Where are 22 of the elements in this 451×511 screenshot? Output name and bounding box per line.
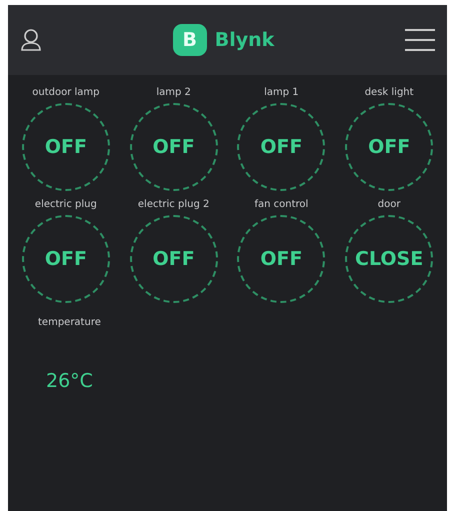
widget-label: temperature bbox=[37, 317, 102, 329]
user-icon[interactable] bbox=[20, 28, 42, 52]
toggle-button[interactable]: OFF bbox=[345, 103, 434, 191]
temperature-value: 26°C bbox=[46, 369, 93, 394]
widget-label: lamp 2 bbox=[155, 87, 192, 99]
toggle-button[interactable]: OFF bbox=[22, 103, 110, 191]
widget-label: door bbox=[376, 199, 402, 211]
widget-label: electric plug bbox=[34, 199, 98, 211]
widget-label: fan control bbox=[253, 199, 310, 211]
app-title: Blynk bbox=[214, 28, 274, 53]
widget-label: outdoor lamp bbox=[31, 87, 100, 99]
menu-icon[interactable] bbox=[404, 28, 435, 52]
toggle-button[interactable]: OFF bbox=[130, 103, 218, 191]
toggle-button[interactable]: CLOSE bbox=[345, 215, 434, 303]
toggle-button[interactable]: OFF bbox=[22, 215, 110, 303]
widget-label: desk light bbox=[364, 87, 415, 99]
widget-label: electric plug 2 bbox=[136, 199, 210, 211]
widget-label: lamp 1 bbox=[263, 87, 300, 99]
toggle-button[interactable]: OFF bbox=[237, 103, 326, 191]
toggle-button[interactable]: OFF bbox=[130, 215, 218, 303]
logo-icon: B bbox=[172, 24, 207, 56]
toggle-button[interactable]: OFF bbox=[237, 215, 326, 303]
